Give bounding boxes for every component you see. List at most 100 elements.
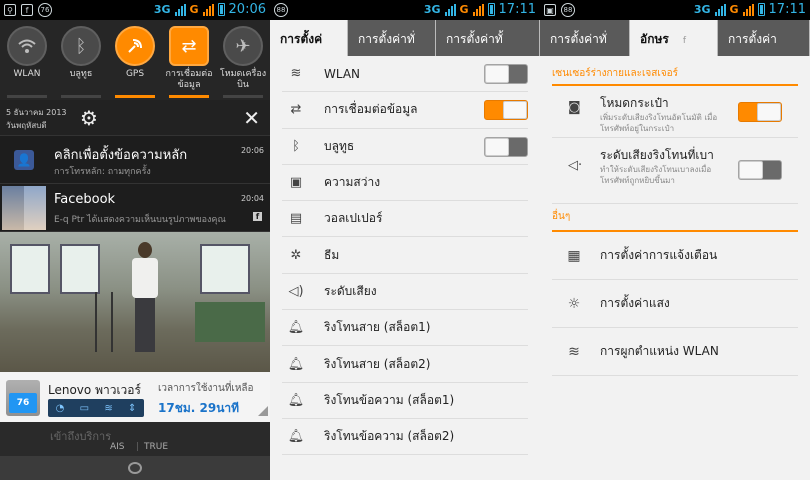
bluetooth-icon: ᛒ xyxy=(292,138,300,154)
data-toggle-icon[interactable]: ◔ xyxy=(56,403,65,414)
weekday-text: วันพฤหัสบดี xyxy=(6,121,47,130)
quick-settings: WLAN ᛒ บลูทูธ GPS ⇄ การเชื่อมต่อข้อมูล ✈… xyxy=(0,20,270,95)
battery-level-icon: 76 xyxy=(6,380,40,416)
qs-wlan[interactable]: WLAN xyxy=(1,26,53,95)
data-connection-toggle[interactable] xyxy=(484,100,528,121)
setting-ringtone-slot2[interactable]: 🔔︎ ริงโทนสาย (สล็อต2) xyxy=(282,346,528,383)
battery-badge: 76 xyxy=(38,3,52,17)
notification-facebook[interactable]: Facebook E-q Ptr ได้แสดงความเห็นบนรูปภาพ… xyxy=(0,184,270,232)
battery-badge: 88 xyxy=(274,3,288,17)
notification-main-message[interactable]: 👤 คลิกเพื่อตั้งข้อความหลัก การโทรหลัก: ถ… xyxy=(0,136,270,184)
setting-wlan-location[interactable]: ≋ การผูกตำแหน่ง WLAN xyxy=(552,328,798,376)
signal2-icon xyxy=(472,3,484,16)
lenovo-power-widget[interactable]: 76 Lenovo พาวเวอร์ ◔ ▭ ≋ ⇕ เวลาการใช้งาน… xyxy=(0,372,270,422)
setting-data-connection[interactable]: ⇄ การเชื่อมต่อข้อมูล xyxy=(282,92,528,129)
setting-ringtone-slot1[interactable]: 🔔︎ ริงโทนสาย (สล็อต1) xyxy=(282,310,528,347)
qs-airplane[interactable]: ✈ โหมดเครื่องบิน xyxy=(217,26,269,95)
tab-settings[interactable]: การตั้งค่า xyxy=(718,20,810,56)
shade-drag-handle[interactable] xyxy=(0,456,270,480)
section-other-header: อื่นๆ xyxy=(552,204,798,232)
bell-icon: 🔔︎ xyxy=(287,429,305,445)
settings-tabs: การตั้งค่าทั่ อักษร f การตั้งค่า xyxy=(540,20,810,56)
tab-general[interactable]: การตั้งค่าทั่ xyxy=(540,20,630,56)
bell-icon: 🔔︎ xyxy=(287,392,305,408)
setting-light[interactable]: ☼ การตั้งค่าแสง xyxy=(552,280,798,328)
sync-icon[interactable]: ⇕ xyxy=(128,403,136,414)
setting-message-tone-slot2[interactable]: 🔔︎ ริงโทนข้อความ (สล็อต2) xyxy=(282,419,528,456)
qs-gps[interactable]: GPS xyxy=(109,26,161,95)
facebook-avatar xyxy=(0,184,48,232)
brightness-icon: ▣ xyxy=(289,175,303,191)
tab-settings[interactable]: การตั้งค่ xyxy=(270,20,348,56)
wifi-small-icon[interactable]: ≋ xyxy=(104,403,112,414)
message-icon[interactable]: ▭ xyxy=(80,403,89,414)
tab-font[interactable]: อักษร f xyxy=(630,20,718,56)
usb-icon: ⚲ xyxy=(4,4,16,16)
notification-icon: ▦ xyxy=(567,247,581,264)
date-text: 5 ธันวาคม 2013 xyxy=(6,108,67,117)
wifi-icon xyxy=(7,26,47,66)
clock: 20:06 xyxy=(228,2,266,17)
setting-pocket-mode[interactable]: ◙ โหมดกระเป๋า เพิ่มระดับเสียงริงโทนอัตโน… xyxy=(552,86,798,138)
contact-icon: 👤 xyxy=(0,136,48,184)
power-toolbar: ◔ ▭ ≋ ⇕ xyxy=(48,399,144,417)
setting-bluetooth[interactable]: ᛒ บลูทูธ xyxy=(282,129,528,165)
bluetooth-toggle[interactable] xyxy=(484,136,528,157)
quiet-ring-toggle[interactable] xyxy=(738,160,782,180)
battery-badge: 88 xyxy=(561,3,575,17)
setting-quiet-ring[interactable]: ◁· ระดับเสียงริงโทนที่เบา ทำให้ระดับเสีย… xyxy=(552,138,798,204)
data-connection-icon: ⇄ xyxy=(169,26,209,66)
section-sensor-header: เซนเซอร์ร่างกายและเจสเจอร์ xyxy=(552,56,798,86)
gear-icon[interactable]: ⚙ xyxy=(80,108,100,128)
corner-mark xyxy=(258,406,268,416)
setting-message-tone-slot1[interactable]: 🔔︎ ริงโทนข้อความ (สล็อต1) xyxy=(282,383,528,419)
volume-icon: ◁) xyxy=(288,283,304,299)
signal2-icon xyxy=(742,3,754,16)
pocket-icon: ◙ xyxy=(568,100,581,115)
image-icon: ▣ xyxy=(544,4,556,16)
setting-wallpaper[interactable]: ▤ วอลเปเปอร์ xyxy=(282,201,528,238)
status-bar: 88 3G G 17:11 xyxy=(270,0,540,20)
notification-shade-panel: ⚲ f 76 3G G 20:06 WLAN ᛒ บลูทูธ GPS ⇄ กา… xyxy=(0,0,270,480)
bluetooth-icon: ᛒ xyxy=(61,26,101,66)
clock: 17:11 xyxy=(768,2,806,17)
pocket-mode-toggle[interactable] xyxy=(738,102,782,122)
signal2-icon xyxy=(202,3,214,16)
clock: 17:11 xyxy=(498,2,536,17)
setting-notification[interactable]: ▦ การตั้งค่าการแจ้งเตือน xyxy=(552,232,798,280)
network-g: G xyxy=(189,3,199,16)
theme-icon: ✲ xyxy=(290,247,302,263)
gps-icon xyxy=(115,26,155,66)
close-icon[interactable]: ✕ xyxy=(243,106,260,130)
setting-volume[interactable]: ◁) ระดับเสียง xyxy=(282,274,528,311)
signal-icon xyxy=(174,3,186,16)
wallpaper-photo xyxy=(0,232,270,372)
handle-knob xyxy=(128,462,142,474)
quiet-ring-icon: ◁· xyxy=(568,158,583,173)
bell-icon: 🔔︎ xyxy=(287,320,305,336)
bell-icon: 🔔︎ xyxy=(287,356,305,372)
setting-wlan[interactable]: ≋ WLAN xyxy=(282,56,528,93)
settings-general-panel: 88 3G G 17:11 การตั้งค่ การตั้งค่าทั่ กา… xyxy=(270,0,540,480)
qs-data-connection[interactable]: ⇄ การเชื่อมต่อข้อมูล xyxy=(163,26,215,95)
carrier-bar: เข้าถึงบริการ AIS | TRUE xyxy=(0,422,270,456)
battery-icon xyxy=(757,3,765,16)
tab-general-1[interactable]: การตั้งค่าทั่ xyxy=(348,20,436,56)
status-bar: ▣ 88 3G G 17:11 xyxy=(540,0,810,20)
settings-tabs: การตั้งค่ การตั้งค่าทั่ การตั้งค่าทั้ xyxy=(270,20,540,56)
data-connection-icon: ⇄ xyxy=(290,102,302,118)
setting-theme[interactable]: ✲ ธีม xyxy=(282,237,528,274)
facebook-icon: f xyxy=(253,212,262,221)
tab-general-2[interactable]: การตั้งค่าทั้ xyxy=(436,20,540,56)
date-bar: 5 ธันวาคม 2013 วันพฤหัสบดี ⚙ ✕ xyxy=(0,100,270,136)
network-type: 3G xyxy=(153,3,171,16)
battery-icon xyxy=(487,3,495,16)
facebook-icon: f xyxy=(21,4,33,16)
setting-brightness[interactable]: ▣ ความสว่าง xyxy=(282,165,528,202)
airplane-icon: ✈ xyxy=(223,26,263,66)
wallpaper-icon: ▤ xyxy=(289,211,303,227)
settings-list: ≋ WLAN ⇄ การเชื่อมต่อข้อมูล ᛒ บลูทูธ ▣ ค… xyxy=(270,56,540,456)
qs-bluetooth[interactable]: ᛒ บลูทูธ xyxy=(55,26,107,95)
wlan-toggle[interactable] xyxy=(484,64,528,84)
wlan-location-icon: ≋ xyxy=(568,343,580,360)
